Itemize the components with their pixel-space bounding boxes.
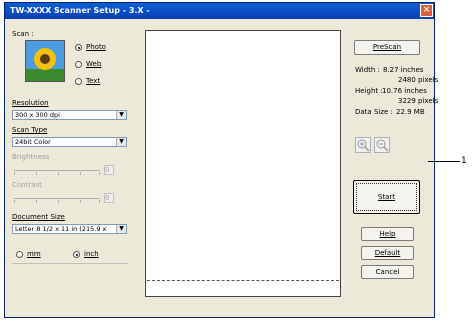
document-size-select[interactable]: Letter 8 1/2 x 11 in (215.9 x ▼ <box>12 224 127 234</box>
data-size-label: Data Size : <box>355 108 393 116</box>
chevron-down-icon: ▼ <box>116 225 126 233</box>
slider-tick <box>14 200 15 203</box>
chevron-down-icon: ▼ <box>116 111 126 119</box>
width-inches-value: 8.27 inches <box>383 66 424 74</box>
data-size-value: 22.9 MB <box>396 108 425 116</box>
contrast-value-field[interactable]: 0 <box>104 193 114 203</box>
prescan-button[interactable]: PreScan <box>354 40 420 55</box>
zoom-in-icon <box>357 139 370 152</box>
scan-web-radio[interactable] <box>75 61 82 68</box>
chevron-down-icon: ▼ <box>116 138 126 146</box>
scan-photo-label: Photo <box>86 43 106 51</box>
window-title: TW-XXXX Scanner Setup - 3.X - <box>10 6 150 15</box>
zoom-out-icon <box>376 139 389 152</box>
close-icon: × <box>422 5 431 15</box>
zoom-in-button[interactable] <box>355 137 371 153</box>
resolution-select[interactable]: 300 x 300 dpi ▼ <box>12 110 127 120</box>
start-button[interactable]: Start <box>353 180 420 214</box>
resolution-label: Resolution <box>12 99 49 107</box>
unit-mm-label: mm <box>27 250 41 258</box>
slider-tick <box>99 200 100 203</box>
slider-tick <box>58 200 59 203</box>
unit-inch-label: inch <box>84 250 99 258</box>
scan-photo-radio[interactable] <box>75 44 82 51</box>
slider-tick <box>99 172 100 175</box>
scan-mode-thumbnail <box>25 40 65 82</box>
resolution-value: 300 x 300 dpi <box>15 111 60 119</box>
slider-tick <box>14 172 15 175</box>
height-pixels-value: 3229 pixels <box>398 97 439 105</box>
brightness-value-field[interactable]: 0 <box>104 165 114 175</box>
height-inches-value: 10.76 inches <box>382 87 427 95</box>
slider-tick <box>58 172 59 175</box>
scan-text-radio[interactable] <box>75 78 82 85</box>
title-bar: TW-XXXX Scanner Setup - 3.X - × <box>5 3 434 19</box>
brightness-slider[interactable] <box>14 170 100 171</box>
width-pixels-value: 2480 pixels <box>398 76 439 84</box>
slider-tick <box>36 172 37 175</box>
scan-type-select[interactable]: 24bit Color ▼ <box>12 137 127 147</box>
unit-mm-radio[interactable] <box>16 251 23 258</box>
focus-rect <box>356 183 417 211</box>
document-size-value: Letter 8 1/2 x 11 in (215.9 x <box>15 225 107 233</box>
divider <box>12 263 128 264</box>
unit-inch-radio[interactable] <box>73 251 80 258</box>
scan-text-label: Text <box>86 77 101 85</box>
help-button[interactable]: Help <box>361 227 414 241</box>
default-button[interactable]: Default <box>361 246 414 260</box>
scan-type-label: Scan Type <box>12 126 48 134</box>
scan-web-label: Web <box>86 60 102 68</box>
scan-area-boundary <box>147 280 339 281</box>
scan-label: Scan : <box>12 30 34 38</box>
callout-number: 1 <box>461 156 467 166</box>
close-button[interactable]: × <box>420 4 433 17</box>
height-label: Height : <box>355 87 383 95</box>
brightness-label: Brightness <box>12 153 50 161</box>
scan-type-value: 24bit Color <box>15 138 51 146</box>
width-label: Width : <box>355 66 380 74</box>
preview-area[interactable] <box>145 30 341 297</box>
slider-tick <box>80 172 81 175</box>
callout-line <box>428 161 460 162</box>
slider-tick <box>80 200 81 203</box>
contrast-label: Contrast <box>12 181 42 189</box>
zoom-out-button[interactable] <box>374 137 390 153</box>
cancel-button[interactable]: Cancel <box>361 265 414 279</box>
document-size-label: Document Size <box>12 213 65 221</box>
slider-tick <box>36 200 37 203</box>
contrast-slider[interactable] <box>14 198 100 199</box>
sunflower-image <box>26 41 64 81</box>
